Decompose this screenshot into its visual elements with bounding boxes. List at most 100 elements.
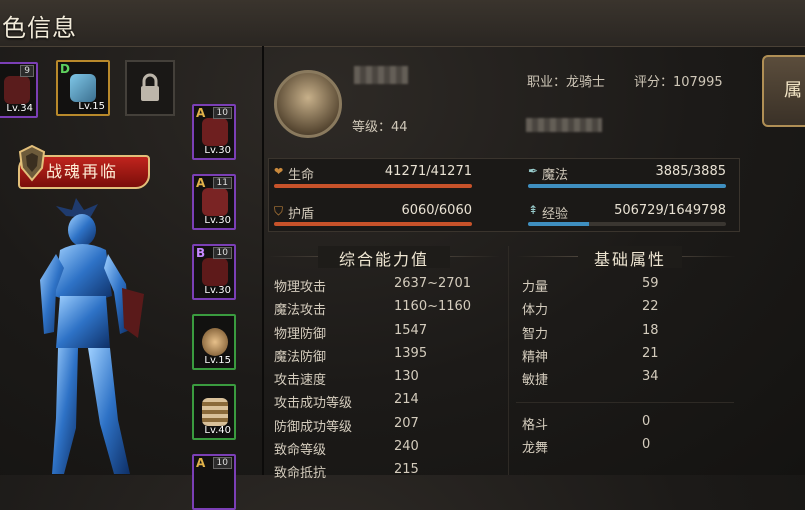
equip-slot-2[interactable]: A 11 Lv.30 xyxy=(192,174,236,230)
lock-icon xyxy=(141,73,159,101)
page-title: 色信息 xyxy=(2,14,77,42)
job-label: 职业：龙骑士 xyxy=(527,75,606,90)
item-level: Lv.15 xyxy=(204,355,231,366)
stat-row: 体力 22 xyxy=(522,299,732,322)
stat-value: 214 xyxy=(394,392,419,408)
window-header xyxy=(0,0,805,47)
stat-value: 1547 xyxy=(394,322,428,338)
stat-value: 240 xyxy=(394,439,419,455)
mp-bar xyxy=(528,184,726,188)
stat-name: 智力 xyxy=(522,326,549,342)
stat-value: 21 xyxy=(642,345,659,361)
stat-value: 59 xyxy=(642,276,659,291)
stat-row: 致命抵抗 215 xyxy=(274,462,504,485)
exp-bar-fill xyxy=(528,222,589,226)
stat-name: 魔法防御 xyxy=(274,349,327,365)
shield-emblem-icon xyxy=(18,144,46,182)
item-grade: A xyxy=(196,176,206,190)
stat-name: 致命抵抗 xyxy=(274,466,327,482)
necklace-icon xyxy=(202,328,228,356)
stat-name: 防御成功等级 xyxy=(274,419,353,435)
item-grade: D xyxy=(60,62,70,76)
stat-value: 18 xyxy=(642,322,659,338)
stat-row: 物理防御 1547 xyxy=(274,323,504,346)
tab-attributes[interactable]: 属 xyxy=(762,55,805,127)
exp-label: 经验 xyxy=(542,207,569,222)
stack-count: 11 xyxy=(212,177,232,189)
stat-row: 攻击速度 130 xyxy=(274,369,504,392)
combat-stats-list: 物理攻击 2637~2701 魔法攻击 1160~1160 物理防御 1547 魔法防… xyxy=(274,276,504,486)
stat-row: 力量 59 xyxy=(522,276,732,299)
hp-value: 41271/41271 xyxy=(384,164,472,179)
gloves-icon xyxy=(202,258,228,286)
player-name-redacted xyxy=(354,66,408,84)
stat-name: 致命等级 xyxy=(274,443,327,459)
item-level: Lv.40 xyxy=(204,425,231,436)
stack-count: 10 xyxy=(212,107,232,119)
exp-bar xyxy=(528,222,726,226)
section-divider xyxy=(516,402,734,403)
item-grade: B xyxy=(196,246,206,260)
stack-count: 10 xyxy=(212,247,232,259)
stat-value: 1395 xyxy=(394,345,428,361)
hp-bar-fill xyxy=(274,184,472,188)
stat-value: 130 xyxy=(394,369,419,385)
tab-attributes-label: 属 xyxy=(784,80,802,101)
bracer-icon xyxy=(202,398,228,426)
stat-name: 力量 xyxy=(522,280,549,295)
stat-row: 防御成功等级 207 xyxy=(274,416,504,439)
item-level: Lv.30 xyxy=(204,215,231,226)
stat-name: 攻击速度 xyxy=(274,373,327,389)
stat-row: 致命等级 240 xyxy=(274,439,504,462)
character-model xyxy=(40,198,144,474)
item-level: Lv.30 xyxy=(204,145,231,156)
equip-slot-3[interactable]: B 10 Lv.30 xyxy=(192,244,236,300)
shield-bar-fill xyxy=(274,222,472,226)
stat-name: 攻击成功等级 xyxy=(274,396,353,412)
stat-value: 215 xyxy=(394,462,419,478)
equip-slot-4[interactable]: Lv.15 xyxy=(192,314,236,370)
stat-row: 敏捷 34 xyxy=(522,369,732,392)
stat-value: 0 xyxy=(642,414,651,429)
locked-slot[interactable] xyxy=(125,60,175,116)
shield-value: 6060/6060 xyxy=(401,203,472,218)
mana-icon: ✒ xyxy=(528,164,539,178)
stat-value: 0 xyxy=(642,437,651,453)
stat-value: 1160~1160 xyxy=(394,299,472,315)
stat-row: 物理攻击 2637~2701 xyxy=(274,276,504,299)
stat-name: 精神 xyxy=(522,349,549,365)
equip-slot-1[interactable]: A 10 Lv.30 xyxy=(192,104,236,160)
column-divider xyxy=(508,246,509,475)
character-portrait xyxy=(274,70,342,138)
stat-row: 智力 18 xyxy=(522,323,732,346)
equip-slot-6[interactable]: A 10 xyxy=(192,454,236,510)
item-grade: A xyxy=(196,106,206,120)
stat-value: 2637~2701 xyxy=(394,276,472,291)
equip-slot-top-2[interactable]: D Lv.15 xyxy=(56,60,110,116)
stat-row: 格斗 0 xyxy=(522,414,732,437)
basic-stats-list: 力量 59 体力 22 智力 18 精神 21 敏捷 34 xyxy=(522,276,732,392)
stat-value: 34 xyxy=(642,369,659,385)
stat-name: 格斗 xyxy=(522,418,549,433)
shield-icon: ⛉ xyxy=(274,204,284,218)
equip-slot-top-1[interactable]: 9 Lv.34 xyxy=(0,62,38,118)
crystal-icon xyxy=(70,74,96,102)
basic-title: 基础属性 xyxy=(578,246,682,269)
banner-text: 战魂再临 xyxy=(46,162,119,181)
stat-name: 物理防御 xyxy=(274,326,327,342)
stat-name: 魔法攻击 xyxy=(274,303,327,319)
stack-count: 10 xyxy=(212,457,232,469)
stat-name: 体力 xyxy=(522,303,549,319)
stat-row: 龙舞 0 xyxy=(522,437,732,460)
stat-value: 22 xyxy=(642,299,659,315)
guild-name-redacted xyxy=(526,118,602,132)
stat-row: 攻击成功等级 214 xyxy=(274,392,504,415)
armor-icon xyxy=(202,188,228,216)
heart-icon: ❤ xyxy=(274,165,284,178)
score-label: 评分：107995 xyxy=(634,75,723,90)
hp-bar xyxy=(274,184,472,188)
item-level: Lv.30 xyxy=(204,285,231,296)
stat-row: 精神 21 xyxy=(522,346,732,369)
equip-slot-5[interactable]: Lv.40 xyxy=(192,384,236,440)
shield-label: 护盾 xyxy=(288,207,315,222)
